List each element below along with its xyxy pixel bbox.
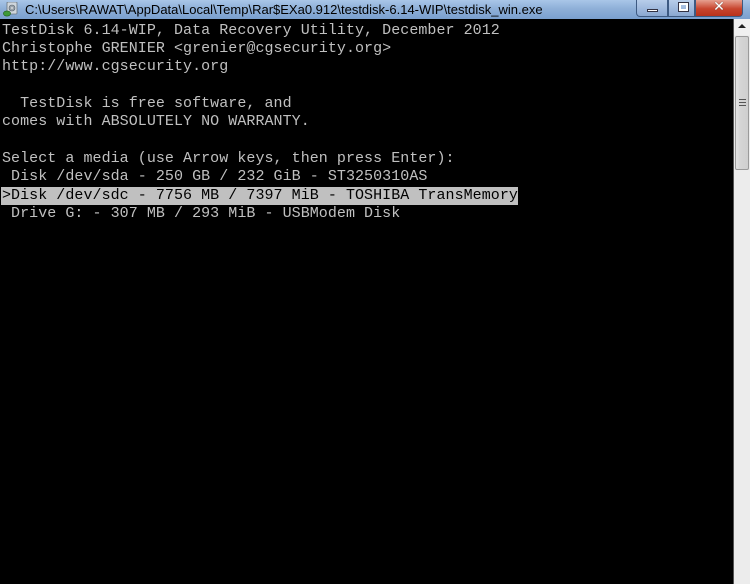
console-app-icon bbox=[3, 2, 18, 17]
header-line-author: Christophe GRENIER <grenier@cgsecurity.o… bbox=[2, 40, 392, 57]
window-title: C:\Users\RAWAT\AppData\Local\Temp\Rar$EX… bbox=[25, 2, 543, 17]
title-bar[interactable]: C:\Users\RAWAT\AppData\Local\Temp\Rar$EX… bbox=[0, 0, 750, 19]
maximize-icon bbox=[678, 2, 689, 12]
console-output[interactable]: TestDisk 6.14-WIP, Data Recovery Utility… bbox=[0, 19, 733, 584]
license-line-2: comes with ABSOLUTELY NO WARRANTY. bbox=[2, 113, 310, 130]
grip-icon bbox=[739, 99, 746, 100]
minimize-button[interactable] bbox=[636, 0, 668, 17]
scroll-up-button[interactable] bbox=[734, 19, 750, 35]
media-item-drive-g[interactable]: Drive G: - 307 MB / 293 MiB - USBModem D… bbox=[2, 205, 400, 223]
minimize-icon bbox=[647, 9, 658, 12]
scrollbar-thumb[interactable] bbox=[735, 36, 749, 170]
header-line-url: http://www.cgsecurity.org bbox=[2, 58, 229, 75]
media-item-sdc-selected[interactable]: >Disk /dev/sdc - 7756 MB / 7397 MiB - TO… bbox=[1, 187, 518, 205]
license-line-1: TestDisk is free software, and bbox=[2, 95, 292, 112]
grip-line bbox=[739, 102, 746, 103]
vertical-scrollbar[interactable] bbox=[733, 19, 750, 584]
media-item-sda[interactable]: Disk /dev/sda - 250 GB / 232 GiB - ST325… bbox=[2, 168, 427, 186]
arrow-up-icon bbox=[738, 24, 746, 28]
grip-line bbox=[739, 105, 746, 106]
maximize-button[interactable] bbox=[668, 0, 695, 17]
close-icon: ✕ bbox=[713, 0, 725, 15]
close-button[interactable]: ✕ bbox=[695, 0, 743, 17]
media-prompt: Select a media (use Arrow keys, then pre… bbox=[2, 150, 455, 167]
header-line-title: TestDisk 6.14-WIP, Data Recovery Utility… bbox=[2, 22, 500, 39]
